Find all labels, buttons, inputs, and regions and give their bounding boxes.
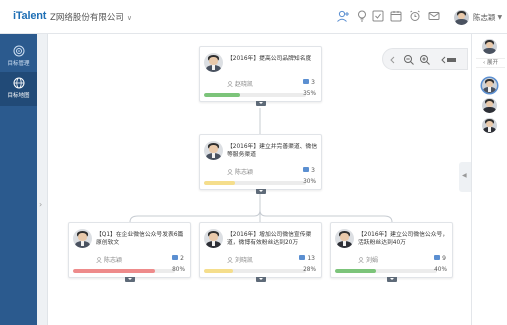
goal-map-canvas[interactable]: 【2016年】提高公司品牌知名度 赵晓凯 3 35% 【2016年】建立并完善渠… bbox=[48, 34, 471, 325]
subgoal-count: 9 bbox=[434, 255, 446, 262]
panel-avatar[interactable] bbox=[482, 118, 497, 133]
zoom-toolbar bbox=[382, 48, 468, 70]
exit-fullscreen-icon[interactable] bbox=[440, 54, 458, 66]
subgoal-count: 3 bbox=[303, 79, 315, 86]
panel-avatar[interactable] bbox=[482, 98, 497, 113]
goal-card-center[interactable]: 【2016年】增加公司微信宣传渠道，微博有效粉丝达到20万 刘晓凯 13 28% bbox=[199, 222, 322, 282]
comment-icon bbox=[299, 255, 306, 260]
comment-icon bbox=[303, 79, 310, 84]
chevron-left-icon[interactable] bbox=[387, 54, 399, 66]
checkbox-icon[interactable] bbox=[371, 9, 385, 23]
expand-children-button[interactable] bbox=[125, 277, 135, 282]
sidebar-item-goal-map[interactable]: 目标地图 bbox=[0, 72, 37, 106]
chevron-right-icon: › bbox=[39, 200, 43, 209]
user-avatar bbox=[454, 9, 469, 25]
goal-card-mid[interactable]: 【2016年】建立并完善渠道、微信等服务渠道 陈志颖 3 30% bbox=[199, 134, 322, 194]
goal-card-root[interactable]: 【2016年】提高公司品牌知名度 赵晓凯 3 35% bbox=[199, 46, 322, 106]
zoom-in-icon[interactable] bbox=[419, 54, 431, 66]
progress-bar bbox=[204, 93, 306, 97]
user-icon bbox=[227, 81, 233, 87]
expand-children-button[interactable] bbox=[256, 189, 266, 194]
goal-owner: 刘娟 bbox=[358, 255, 378, 264]
goal-title: 【2016年】增加公司微信宣传渠道，微博有效粉丝达到20万 bbox=[227, 232, 312, 246]
company-name: Z网络股份有限公司 bbox=[50, 13, 124, 23]
comment-icon bbox=[303, 167, 310, 172]
goal-title: 【2016年】提高公司品牌知名度 bbox=[227, 56, 312, 62]
progress-percent: 28% bbox=[303, 267, 316, 273]
expand-children-button[interactable] bbox=[256, 101, 266, 106]
progress-bar bbox=[335, 269, 437, 273]
comment-icon bbox=[434, 255, 441, 260]
lightbulb-icon[interactable] bbox=[355, 9, 369, 23]
caret-left-icon: ◀ bbox=[462, 172, 467, 179]
zoom-out-icon[interactable] bbox=[403, 54, 415, 66]
progress-bar bbox=[204, 269, 306, 273]
caret-down-icon: ▼ bbox=[497, 13, 503, 21]
target-icon bbox=[13, 45, 24, 57]
user-icon bbox=[227, 169, 233, 175]
sidebar-item-label: 目标管理 bbox=[7, 61, 30, 67]
avatar bbox=[73, 229, 92, 248]
panel-avatar-selected[interactable] bbox=[482, 78, 497, 93]
goal-card-left[interactable]: 【Q1】在企业微信公众号发表6篇原创软文 陈志颖 2 80% bbox=[68, 222, 191, 282]
progress-bar bbox=[204, 181, 306, 185]
avatar bbox=[204, 53, 223, 72]
top-header: iTalent Z网络股份有限公司 ∨ 陈志颖 ▼ bbox=[0, 0, 507, 34]
calendar-icon[interactable] bbox=[389, 9, 403, 23]
goal-card-right[interactable]: 【2016年】建立公司微信公众号，活跃粉丝达到40万 刘娟 9 40% bbox=[330, 222, 453, 282]
goal-owner: 刘晓凯 bbox=[227, 255, 253, 264]
user-icon bbox=[227, 257, 233, 263]
subgoal-count: 2 bbox=[172, 255, 184, 262]
expand-children-button[interactable] bbox=[387, 277, 397, 282]
sidebar-collapse-handle[interactable]: › bbox=[37, 34, 48, 325]
panel-collapse-handle[interactable]: ◀ bbox=[459, 162, 471, 192]
goal-title: 【2016年】建立并完善渠道、微信等服务渠道 bbox=[227, 144, 318, 158]
expand-panel-button[interactable]: ‹ 展开 bbox=[476, 58, 505, 68]
goal-owner: 陈志颖 bbox=[96, 255, 122, 264]
goal-title: 【Q1】在企业微信公众号发表6篇原创软文 bbox=[96, 232, 184, 246]
user-name: 陈志颖 bbox=[473, 12, 496, 22]
avatar bbox=[204, 229, 223, 248]
progress-bar bbox=[73, 269, 175, 273]
user-icon bbox=[96, 257, 102, 263]
chevron-down-icon: ∨ bbox=[126, 14, 132, 22]
progress-percent: 35% bbox=[303, 91, 316, 97]
sidebar-item-goal-management[interactable]: 目标管理 bbox=[0, 40, 37, 74]
progress-percent: 40% bbox=[434, 267, 447, 273]
panel-user-avatar[interactable] bbox=[482, 39, 497, 54]
right-panel: ‹ 展开 bbox=[471, 34, 507, 325]
avatar bbox=[204, 141, 223, 160]
company-switcher[interactable]: Z网络股份有限公司 ∨ bbox=[50, 11, 132, 23]
app-logo[interactable]: iTalent bbox=[13, 10, 46, 22]
alarm-clock-icon[interactable] bbox=[408, 9, 422, 23]
user-menu[interactable]: 陈志颖 ▼ bbox=[454, 8, 502, 26]
progress-percent: 80% bbox=[172, 267, 185, 273]
subgoal-count: 3 bbox=[303, 167, 315, 174]
subgoal-count: 13 bbox=[299, 255, 315, 262]
add-user-icon[interactable] bbox=[336, 9, 350, 23]
comment-icon bbox=[172, 255, 179, 260]
left-sidebar: 目标管理 目标地图 bbox=[0, 34, 37, 325]
goal-owner: 赵晓凯 bbox=[227, 79, 253, 88]
avatar bbox=[335, 229, 354, 248]
globe-icon bbox=[13, 77, 24, 89]
user-icon bbox=[358, 257, 364, 263]
sidebar-item-label: 目标地图 bbox=[7, 93, 30, 99]
expand-children-button[interactable] bbox=[256, 277, 266, 282]
goal-owner: 陈志颖 bbox=[227, 167, 253, 176]
goal-title: 【2016年】建立公司微信公众号，活跃粉丝达到40万 bbox=[358, 232, 449, 246]
mail-icon[interactable] bbox=[427, 9, 441, 23]
progress-percent: 30% bbox=[303, 179, 316, 185]
